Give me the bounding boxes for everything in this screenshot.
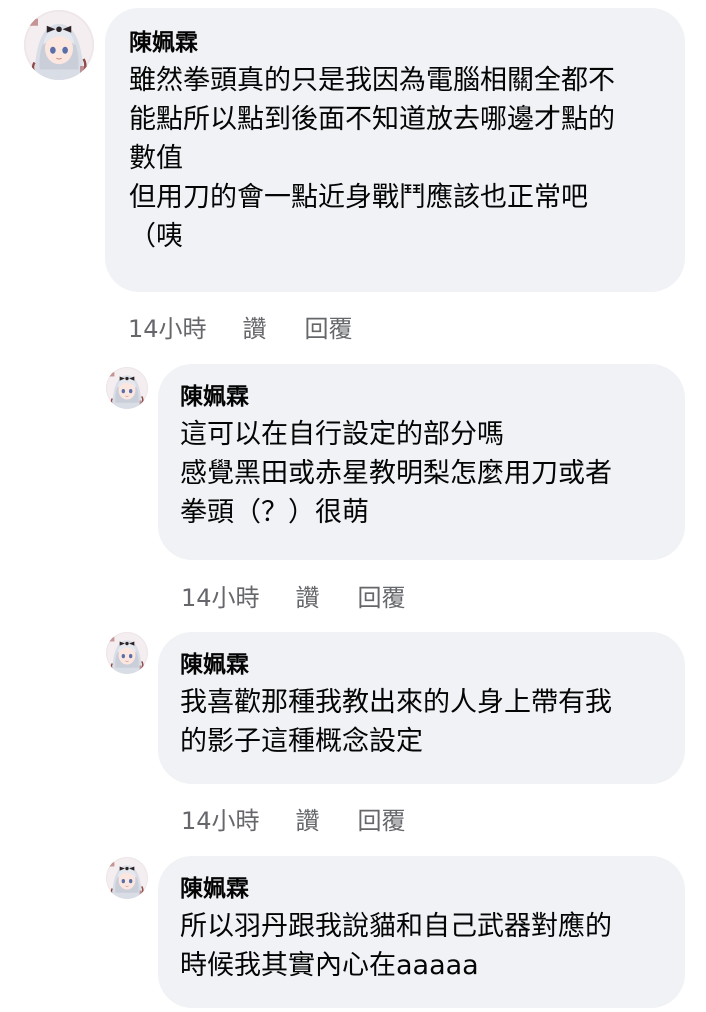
comment-text-line: 能點所以點到後面不知道放去哪邊才點的 [129, 104, 615, 135]
comment-timestamp[interactable]: 14小時 [181, 578, 260, 613]
comment-author[interactable]: 陳姵霖 [180, 874, 685, 904]
reply-comment: 陳姵霖 我喜歡那種我教出來的人身上帶有我 的影子這種概念設定 14小時 讚 回覆 [0, 620, 706, 850]
comment-text-line: 我喜歡那種我教出來的人身上帶有我 [180, 687, 612, 718]
comment-timestamp[interactable]: 14小時 [128, 309, 207, 344]
comment-text-line: 所以羽丹跟我說貓和自己武器對應的 [180, 911, 612, 942]
comment-text-line: 數值 [129, 143, 183, 174]
comment-author[interactable]: 陳姵霖 [180, 382, 685, 412]
comment-bubble: 陳姵霖 所以羽丹跟我說貓和自己武器對應的 時候我其實內心在aaaaa [158, 856, 685, 1008]
reply-comment: 陳姵霖 所以羽丹跟我說貓和自己武器對應的 時候我其實內心在aaaaa [0, 850, 706, 1012]
comment-author[interactable]: 陳姵霖 [180, 650, 685, 680]
comment-text-line: 的影子這種概念設定 [180, 726, 423, 757]
like-button[interactable]: 讚 [296, 801, 320, 836]
avatar[interactable] [24, 10, 94, 80]
comment-text-line: 拳頭（？）很萌 [180, 497, 369, 528]
avatar[interactable] [106, 632, 148, 674]
avatar[interactable] [106, 367, 148, 409]
comment: 陳姵霖 雖然拳頭真的只是我因為電腦相關全都不 能點所以點到後面不知道放去哪邊才點… [0, 0, 706, 350]
comment-author[interactable]: 陳姵霖 [129, 28, 685, 58]
like-button[interactable]: 讚 [243, 309, 267, 344]
comment-bubble: 陳姵霖 這可以在自行設定的部分嗎 感覺黑田或赤星教明梨怎麼用刀或者 拳頭（？）很… [158, 364, 685, 560]
comment-text-line: 但用刀的會一點近身戰鬥應該也正常吧 [129, 182, 588, 213]
like-button[interactable]: 讚 [296, 578, 320, 613]
comment-text-line: 雖然拳頭真的只是我因為電腦相關全都不 [129, 65, 615, 96]
comment-actions: 14小時 讚 回覆 [128, 309, 353, 344]
comment-actions: 14小時 讚 回覆 [181, 801, 406, 836]
comment-actions: 14小時 讚 回覆 [181, 578, 406, 613]
comment-text-line: 這可以在自行設定的部分嗎 [180, 419, 504, 450]
comment-bubble: 陳姵霖 雖然拳頭真的只是我因為電腦相關全都不 能點所以點到後面不知道放去哪邊才點… [105, 8, 685, 292]
comment-text-line: 感覺黑田或赤星教明梨怎麼用刀或者 [180, 458, 612, 489]
reply-button[interactable]: 回覆 [358, 578, 406, 613]
comment-timestamp[interactable]: 14小時 [181, 801, 260, 836]
reply-comment: 陳姵霖 這可以在自行設定的部分嗎 感覺黑田或赤星教明梨怎麼用刀或者 拳頭（？）很… [0, 350, 706, 620]
reply-button[interactable]: 回覆 [305, 309, 353, 344]
comment-bubble: 陳姵霖 我喜歡那種我教出來的人身上帶有我 的影子這種概念設定 [158, 632, 685, 784]
comment-text-line: （咦 [129, 221, 183, 252]
reply-button[interactable]: 回覆 [358, 801, 406, 836]
comment-text-line: 時候我其實內心在aaaaa [180, 950, 479, 981]
avatar[interactable] [106, 857, 148, 899]
